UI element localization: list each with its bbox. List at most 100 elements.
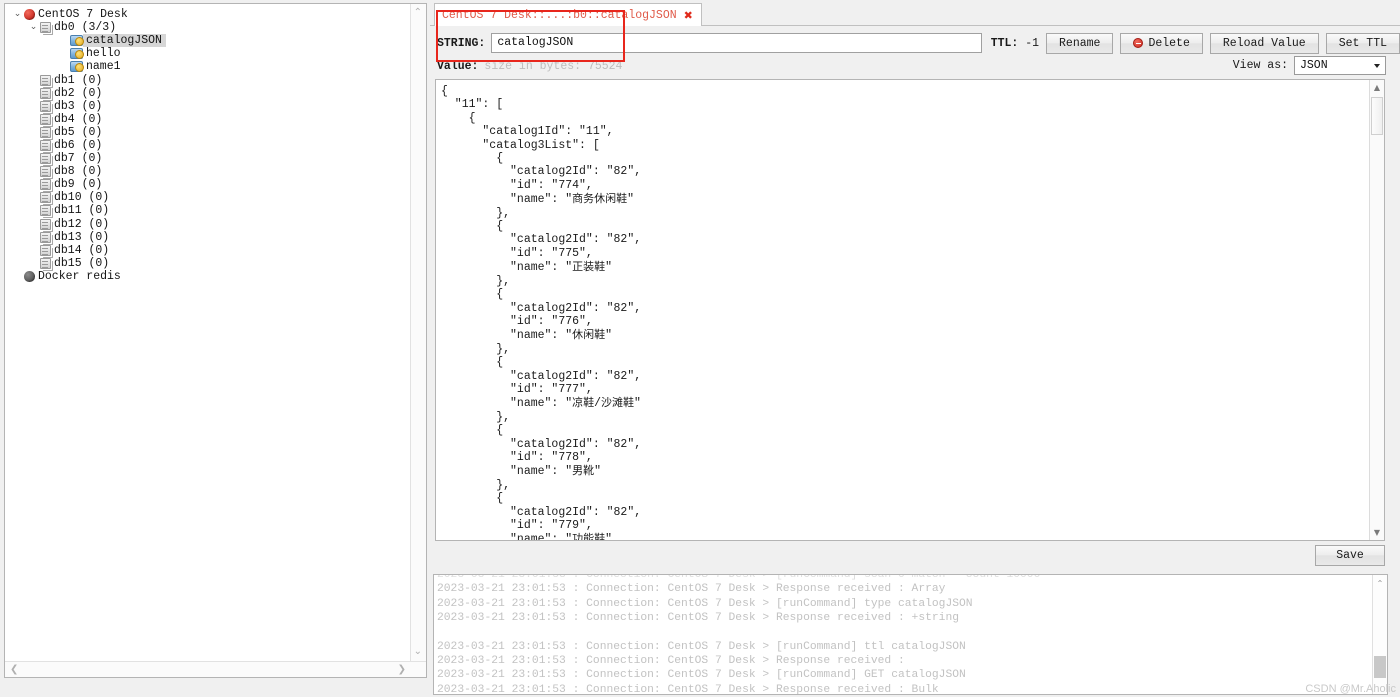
- tree-frame: ⌄ CentOS 7 Desk ⌄ db0 (3/3) catalogJSON hello…: [4, 3, 427, 678]
- tree-database-3[interactable]: db3 (0): [5, 100, 417, 113]
- cjk-text: 商务休闲鞋: [572, 192, 628, 206]
- chevron-left-icon[interactable]: ❮: [10, 665, 18, 675]
- scroll-down-icon[interactable]: ▼: [1371, 526, 1383, 539]
- database-icon: [40, 100, 51, 112]
- key-toolbar: STRING: catalogJSON TTL: -1 Rename Delet…: [430, 32, 1400, 54]
- tree-connection-0[interactable]: ⌄ CentOS 7 Desk: [5, 8, 417, 21]
- cjk-text: 凉鞋: [572, 396, 595, 410]
- tree-item-label: db10 (0): [54, 191, 110, 205]
- close-icon[interactable]: ✖: [684, 10, 693, 21]
- tree-database-12[interactable]: db12 (0): [5, 218, 417, 231]
- log-line: 2023-03-21 23:01:53 : Connection: CentOS…: [437, 583, 946, 596]
- json-content[interactable]: { "11": [ { "catalog1Id": "11", "catalog…: [441, 85, 1361, 540]
- tree-database-11[interactable]: db11 (0): [5, 204, 417, 217]
- database-icon: [40, 153, 51, 165]
- database-icon: [40, 166, 51, 178]
- database-icon: [40, 179, 51, 191]
- tree-database-10[interactable]: db10 (0): [5, 191, 417, 204]
- reload-value-button[interactable]: Reload Value: [1209, 32, 1319, 54]
- tree-database-5[interactable]: db5 (0): [5, 126, 417, 139]
- log-vertical-scrollbar[interactable]: ⌃: [1372, 575, 1387, 694]
- key-icon: [70, 61, 84, 73]
- ttl-prefix: TTL:: [990, 36, 1019, 50]
- value-info-row: Value: size in bytes: 75524 View as: JSO…: [430, 56, 1400, 76]
- view-as-label: View as:: [1232, 59, 1288, 72]
- tree-database-1[interactable]: db1 (0): [5, 73, 417, 87]
- scroll-up-icon[interactable]: ▲: [1371, 81, 1383, 94]
- editor-vertical-scrollbar[interactable]: ▲ ▼: [1369, 80, 1384, 540]
- cjk-text: 正装鞋: [572, 260, 606, 274]
- key-icon: [70, 35, 84, 47]
- tree-item-label: db15 (0): [54, 256, 110, 270]
- view-as-select[interactable]: JSON: [1294, 56, 1386, 75]
- chevron-down-icon: [1374, 63, 1380, 68]
- cjk-text: 休闲鞋: [572, 328, 606, 342]
- scroll-up-icon[interactable]: ⌃: [1374, 577, 1386, 590]
- tree-database-9[interactable]: db9 (0): [5, 178, 417, 191]
- tree-item-label: db7 (0): [54, 152, 103, 166]
- tree-item-label: CentOS 7 Desk: [38, 8, 128, 22]
- view-as-value: JSON: [1300, 59, 1328, 72]
- tree-horizontal-scrollbar[interactable]: ❮ ❯: [5, 661, 426, 677]
- cjk-text: 沙滩鞋: [601, 396, 635, 410]
- log-line-clipped: 2023-03-21 23:01:53 : Connection: CentOS…: [437, 574, 1041, 581]
- chevron-right-icon[interactable]: ❯: [398, 665, 406, 675]
- tree-item-label: db1 (0): [54, 73, 103, 87]
- tree-database-8[interactable]: db8 (0): [5, 165, 417, 178]
- redis-desktop-manager-window: ⌄ CentOS 7 Desk ⌄ db0 (3/3) catalogJSON hello…: [0, 0, 1400, 697]
- chevron-up-icon[interactable]: ⌃: [414, 8, 422, 18]
- tree-database-0[interactable]: ⌄ db0 (3/3): [5, 21, 417, 34]
- tree-vertical-scrollbar[interactable]: ⌃ ⌄: [410, 4, 426, 677]
- tree-scroll-area[interactable]: ⌄ CentOS 7 Desk ⌄ db0 (3/3) catalogJSON hello…: [5, 4, 417, 662]
- tree-database-14[interactable]: db14 (0): [5, 244, 417, 257]
- editor-scrollbar-thumb[interactable]: [1371, 97, 1383, 135]
- database-icon: [40, 74, 51, 86]
- tree-key-0[interactable]: catalogJSON: [5, 34, 417, 48]
- tree-item-label: db11 (0): [54, 204, 110, 218]
- log-line: 2023-03-21 23:01:53 : Connection: CentOS…: [437, 655, 905, 668]
- tree-item-label: name1: [86, 60, 121, 74]
- delete-button-label: Delete: [1148, 36, 1190, 50]
- key-name-input[interactable]: catalogJSON: [491, 33, 982, 53]
- value-editor[interactable]: { "11": [ { "catalog1Id": "11", "catalog…: [435, 79, 1385, 541]
- expand-collapse-icon[interactable]: ⌄: [11, 8, 24, 21]
- tree-item-label: hello: [86, 47, 121, 61]
- tree-item-label: db12 (0): [54, 217, 110, 231]
- log-scrollbar-thumb[interactable]: [1374, 656, 1386, 678]
- chevron-down-icon[interactable]: ⌄: [414, 647, 422, 657]
- set-ttl-button[interactable]: Set TTL: [1325, 32, 1400, 54]
- tab-title: CentOS 7 Desk::...:b0::catalogJSON: [442, 8, 677, 22]
- tree-database-2[interactable]: db2 (0): [5, 87, 417, 100]
- database-icon: [40, 218, 51, 230]
- cjk-text: 男靴: [572, 464, 595, 478]
- tree-database-13[interactable]: db13 (0): [5, 231, 417, 244]
- tab-catalogjson[interactable]: CentOS 7 Desk::...:b0::catalogJSON ✖: [434, 3, 702, 26]
- tree-connection-1[interactable]: Docker redis: [5, 270, 417, 283]
- tree-database-4[interactable]: db4 (0): [5, 113, 417, 126]
- log-line: 2023-03-21 23:01:53 : Connection: CentOS…: [437, 669, 966, 682]
- log-line: 2023-03-21 23:01:53 : Connection: CentOS…: [437, 612, 960, 625]
- tree-database-6[interactable]: db6 (0): [5, 139, 417, 152]
- log-line: 2023-03-21 23:01:53 : Connection: CentOS…: [437, 597, 973, 610]
- database-icon: [40, 113, 51, 125]
- tree-item-label: db4 (0): [54, 112, 103, 126]
- reload-value-button-label: Reload Value: [1222, 36, 1306, 50]
- database-icon: [40, 231, 51, 243]
- tree-database-7[interactable]: db7 (0): [5, 152, 417, 165]
- tree-key-1[interactable]: hello: [5, 47, 417, 60]
- server-icon: [24, 9, 35, 21]
- console-log-panel[interactable]: 2023-03-21 23:01:53 : Connection: CentOS…: [433, 574, 1388, 695]
- database-icon: [40, 139, 51, 151]
- save-button[interactable]: Save: [1315, 545, 1385, 566]
- expand-collapse-icon[interactable]: ⌄: [27, 21, 40, 34]
- key-value-panel: CentOS 7 Desk::...:b0::catalogJSON ✖ STR…: [430, 0, 1400, 697]
- delete-button[interactable]: Delete: [1120, 32, 1203, 54]
- tree-item-label: db3 (0): [54, 99, 103, 113]
- log-lines: 2023-03-21 23:01:53 : Connection: CentOS…: [437, 574, 1041, 694]
- value-label: Value:: [437, 59, 479, 73]
- rename-button[interactable]: Rename: [1046, 32, 1114, 54]
- value-size-text: size in bytes: 75524: [484, 59, 623, 73]
- tree-key-2[interactable]: name1: [5, 60, 417, 73]
- tree-database-15[interactable]: db15 (0): [5, 257, 417, 270]
